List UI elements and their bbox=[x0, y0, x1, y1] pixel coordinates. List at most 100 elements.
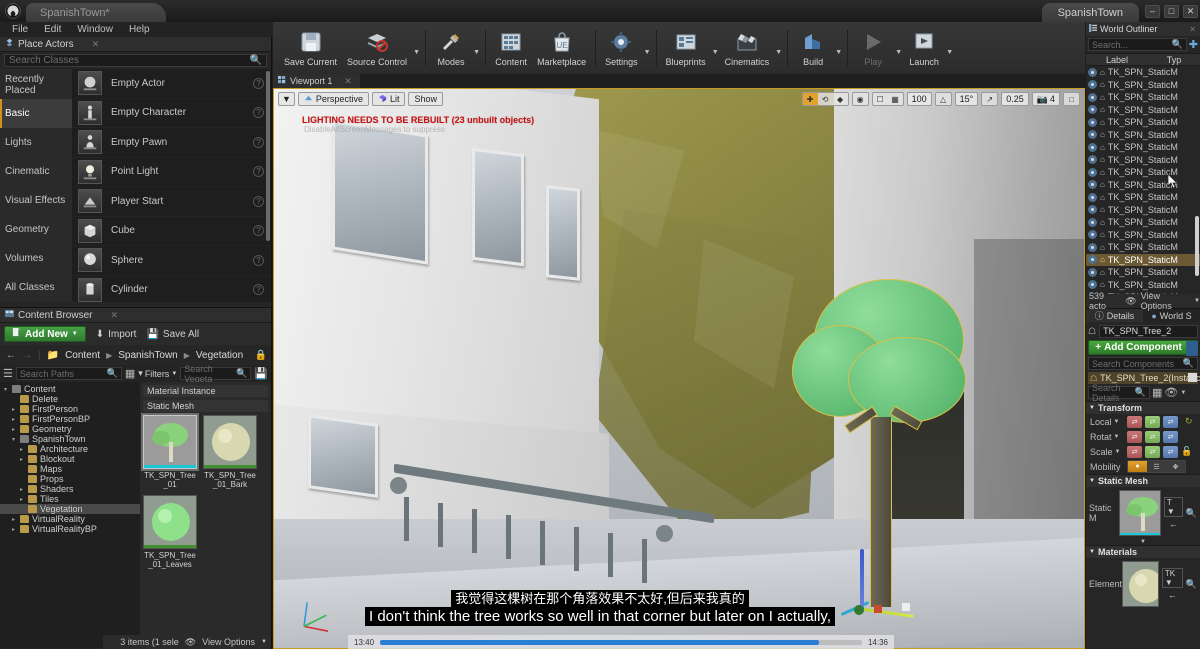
outliner-row[interactable]: ⌂TK_SPN_StaticM bbox=[1086, 204, 1200, 217]
location-x-field[interactable]: ⇄ bbox=[1127, 415, 1142, 428]
grid-snap-toggle-icon[interactable]: ▦ bbox=[888, 93, 903, 105]
eye-icon[interactable] bbox=[1088, 130, 1097, 140]
toolbar-content-button[interactable]: Content bbox=[490, 24, 532, 72]
close-icon[interactable]: ✕ bbox=[92, 39, 100, 50]
actor-name-field[interactable]: TK_SPN_Tree_2 bbox=[1099, 324, 1198, 338]
toolbar-modes-button[interactable]: Modes bbox=[430, 24, 472, 72]
browse-to-asset-icon[interactable]: 🔍 bbox=[1186, 508, 1197, 519]
outliner-row[interactable]: ⌂TK_SPN_StaticM bbox=[1086, 216, 1200, 229]
folder-tree-item[interactable]: ▾ SpanishTown bbox=[0, 434, 140, 444]
asset-tile-tree-01-bark[interactable]: TK_SPN_Tree_01_Bark bbox=[203, 415, 257, 489]
menu-item-edit[interactable]: Edit bbox=[36, 24, 69, 35]
actor-item-point-light[interactable]: Point Light ? bbox=[72, 158, 271, 187]
help-icon[interactable]: ? bbox=[253, 136, 264, 148]
source-control-dropdown-arrow[interactable]: ▼ bbox=[412, 24, 421, 72]
tree-twisty-icon[interactable]: ▸ bbox=[10, 426, 17, 433]
outliner-row[interactable]: ⌂TK_SPN_StaticM bbox=[1086, 253, 1200, 266]
actor-list-scrollbar[interactable] bbox=[266, 71, 270, 241]
viewport-options-button[interactable]: ▼ bbox=[278, 92, 295, 106]
eye-icon[interactable] bbox=[1088, 192, 1097, 202]
folder-tree-item[interactable]: ▸ FirstPerson bbox=[0, 404, 140, 414]
breadcrumb-vegetation[interactable]: Vegetation bbox=[196, 350, 243, 361]
actor-item-cylinder[interactable]: Cylinder ? bbox=[72, 276, 271, 303]
outliner-row[interactable]: ⌂TK_SPN_StaticM bbox=[1086, 279, 1200, 292]
scale-y-field[interactable]: ⇄ bbox=[1145, 445, 1160, 458]
folder-tree-item[interactable]: ▸ VirtualReality bbox=[0, 514, 140, 524]
toolbar-marketplace-button[interactable]: UE Marketplace bbox=[532, 24, 591, 72]
close-icon[interactable]: ✕ bbox=[1189, 25, 1196, 34]
window-project-tab[interactable]: SpanishTown bbox=[1041, 3, 1139, 22]
tree-twisty-icon[interactable]: ▸ bbox=[10, 406, 17, 413]
outliner-row[interactable]: ⌂TK_SPN_StaticM bbox=[1086, 79, 1200, 92]
category-geometry[interactable]: Geometry bbox=[0, 215, 72, 244]
actor-item-empty-pawn[interactable]: Empty Pawn ? bbox=[72, 128, 271, 158]
launch-dropdown-arrow[interactable]: ▼ bbox=[945, 24, 954, 72]
eye-icon[interactable] bbox=[1088, 255, 1097, 265]
tree-twisty-icon[interactable]: ▸ bbox=[10, 526, 17, 533]
outliner-row[interactable]: ⌂TK_SPN_StaticM bbox=[1086, 229, 1200, 242]
actor-item-cube[interactable]: Cube ? bbox=[72, 217, 271, 246]
nav-back-icon[interactable]: ← bbox=[6, 350, 16, 361]
build-dropdown-arrow[interactable]: ▼ bbox=[834, 24, 843, 72]
folder-tree-item[interactable]: ▸ Blockout bbox=[0, 454, 140, 464]
content-browser-tab[interactable]: Content Browser ✕ bbox=[0, 308, 271, 323]
tree-twisty-icon[interactable]: ▸ bbox=[10, 416, 17, 423]
save-all-button[interactable]: 💾 Save All bbox=[146, 329, 199, 340]
location-z-field[interactable]: ⇄ bbox=[1163, 415, 1178, 428]
toolbar-settings-button[interactable]: Settings bbox=[600, 24, 643, 72]
outliner-row[interactable]: ⌂TK_SPN_StaticM bbox=[1086, 266, 1200, 279]
outliner-row[interactable]: ⌂TK_SPN_StaticM bbox=[1086, 191, 1200, 204]
location-label[interactable]: Local ▼ bbox=[1090, 417, 1124, 427]
search-classes-input[interactable]: Search Classes 🔍 bbox=[4, 54, 267, 67]
eye-icon[interactable] bbox=[1088, 80, 1097, 90]
rotation-x-field[interactable]: ⇄ bbox=[1127, 430, 1142, 443]
camera-speed-value[interactable]: 📷 4 bbox=[1031, 92, 1060, 106]
scale-snap-value[interactable]: 0.25 bbox=[1001, 92, 1029, 106]
toolbar-blueprints-button[interactable]: Blueprints bbox=[661, 24, 711, 72]
import-button[interactable]: ⬇ Import bbox=[96, 329, 137, 340]
eye-icon[interactable] bbox=[1088, 230, 1097, 240]
static-mesh-value[interactable]: T ▼ bbox=[1163, 497, 1183, 517]
add-folder-icon[interactable]: ✚ bbox=[1189, 38, 1198, 51]
tree-twisty-icon[interactable]: ▸ bbox=[18, 496, 25, 503]
search-details-input[interactable]: Search Details 🔍 bbox=[1088, 383, 1150, 403]
filters-button[interactable]: ▾ Filters ▼ bbox=[138, 368, 177, 379]
level-viewport[interactable]: LIGHTING NEEDS TO BE REBUILT (23 unbuilt… bbox=[273, 88, 1085, 649]
tree-twisty-icon[interactable]: ▾ bbox=[10, 436, 17, 443]
tab-details[interactable]: ⓘ Details bbox=[1086, 309, 1143, 322]
surface-snap-icon[interactable]: ☐ bbox=[873, 93, 888, 105]
outliner-scrollbar[interactable] bbox=[1195, 216, 1199, 276]
static-mesh-section-header[interactable]: ▼ Static Mesh bbox=[1086, 474, 1200, 487]
help-icon[interactable]: ? bbox=[253, 77, 264, 89]
outliner-row[interactable]: ⌂TK_SPN_StaticM bbox=[1086, 154, 1200, 167]
world-outliner-tab[interactable]: World Outliner ✕ bbox=[1086, 22, 1200, 36]
outliner-view-options[interactable]: View Options bbox=[1141, 291, 1190, 311]
materials-section-header[interactable]: ▼ Materials bbox=[1086, 545, 1200, 558]
close-icon[interactable]: ✕ bbox=[344, 76, 352, 87]
path-picker-icon[interactable]: ☰ bbox=[3, 367, 13, 380]
help-icon[interactable]: ? bbox=[253, 195, 264, 207]
toolbar-source-control-button[interactable]: Source Control bbox=[342, 24, 412, 72]
outliner-row[interactable]: ⌂TK_SPN_StaticM bbox=[1086, 91, 1200, 104]
eye-icon[interactable] bbox=[1088, 180, 1097, 190]
eye-icon[interactable] bbox=[1088, 92, 1097, 102]
folder-tree-item[interactable]: ▸ FirstPersonBP bbox=[0, 414, 140, 424]
tree-twisty-icon[interactable]: ▸ bbox=[18, 456, 25, 463]
eye-icon[interactable] bbox=[1088, 155, 1097, 165]
component-row[interactable]: ☖ TK_SPN_Tree_2(Instance) bbox=[1088, 372, 1200, 384]
eye-icon[interactable] bbox=[1088, 105, 1097, 115]
asset-tile-tree-01[interactable]: TK_SPN_Tree_01 bbox=[141, 413, 199, 489]
add-component-button[interactable]: + Add Component ▼ bbox=[1088, 340, 1198, 356]
use-selected-asset-icon[interactable]: ← bbox=[1169, 519, 1178, 529]
tree-twisty-icon[interactable]: ▸ bbox=[10, 516, 17, 523]
eye-icon[interactable] bbox=[1088, 292, 1097, 294]
folder-tree-item[interactable]: ▸ VirtualRealityBP bbox=[0, 524, 140, 534]
actor-item-player-start[interactable]: Player Start ? bbox=[72, 187, 271, 217]
category-volumes[interactable]: Volumes bbox=[0, 244, 72, 273]
outliner-row[interactable]: ⌂TK_SPN_StaticM bbox=[1086, 241, 1200, 254]
transform-section-header[interactable]: ▼ Transform bbox=[1086, 401, 1200, 414]
menu-item-window[interactable]: Window bbox=[69, 24, 121, 35]
category-all-classes[interactable]: All Classes bbox=[0, 273, 72, 302]
outliner-row[interactable]: ⌂TK_SPN_StaticM bbox=[1086, 166, 1200, 179]
tree-twisty-icon[interactable]: ▾ bbox=[2, 386, 9, 393]
